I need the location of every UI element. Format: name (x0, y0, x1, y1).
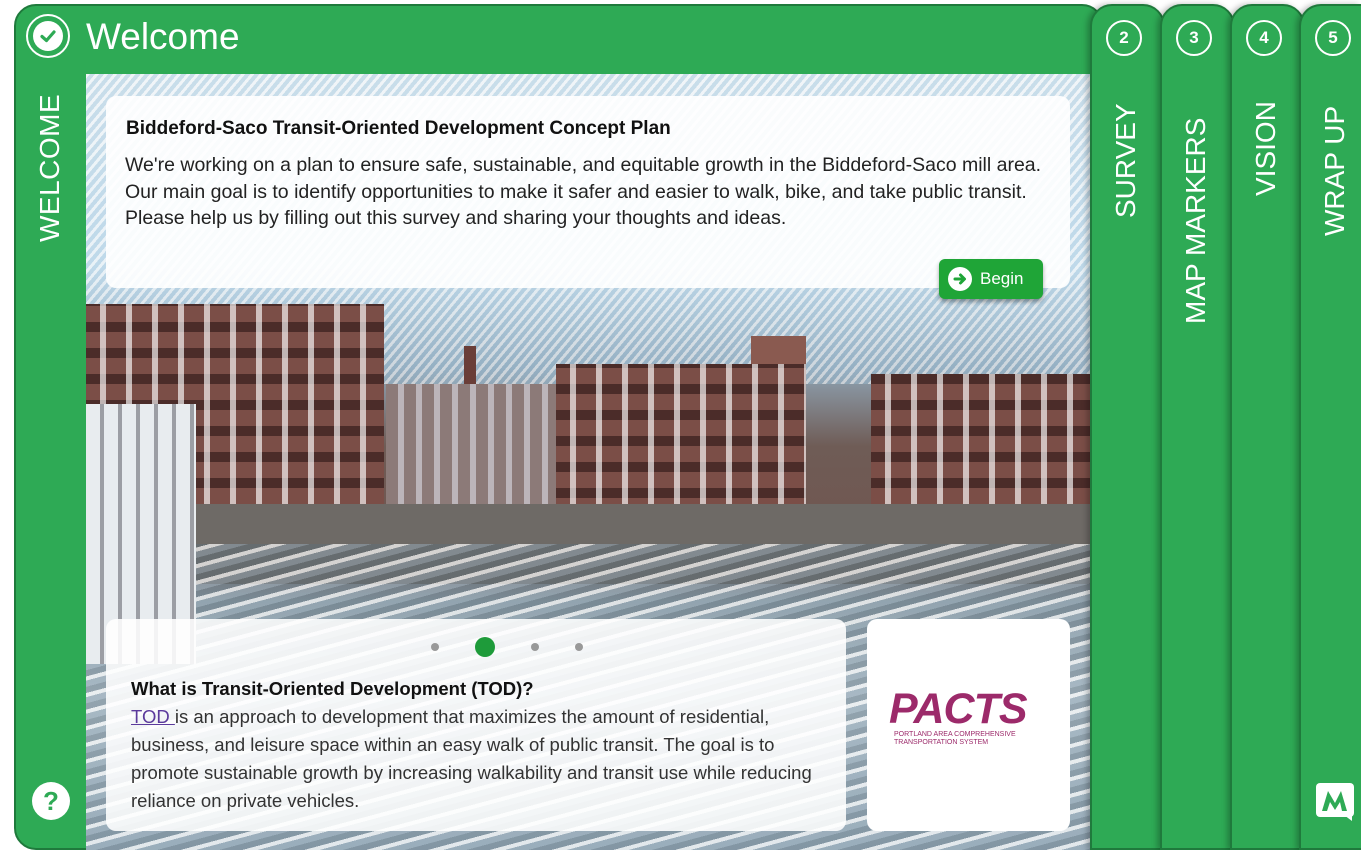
tab-map-markers[interactable]: 3 MAP MARKERS (1160, 4, 1235, 850)
tab-survey[interactable]: 2 SURVEY (1090, 4, 1165, 850)
tab-label: MAP MARKERS (1180, 117, 1211, 324)
pacts-logo-subtitle: PORTLAND AREA COMPREHENSIVE TRANSPORTATI… (894, 731, 1016, 746)
tab-number: 3 (1176, 20, 1212, 56)
carousel-dot[interactable] (575, 643, 583, 651)
pacts-logo: PACTS (889, 685, 1028, 733)
carousel-dot-active[interactable] (475, 637, 495, 657)
pacts-logo-card: PACTS PORTLAND AREA COMPREHENSIVE TRANSP… (867, 619, 1070, 831)
m-logo-icon[interactable] (1314, 781, 1358, 821)
tab-label: WRAP UP (1319, 105, 1350, 236)
tab-number: 5 (1315, 20, 1351, 56)
carousel-dot[interactable] (431, 643, 439, 651)
tod-title: What is Transit-Oriented Development (TO… (131, 678, 534, 699)
begin-label: Begin (980, 269, 1024, 288)
welcome-side-label: WELCOME (34, 93, 65, 242)
tab-label: SURVEY (1110, 103, 1141, 218)
tod-card: What is Transit-Oriented Development (TO… (106, 619, 846, 831)
tod-link[interactable]: TOD (131, 706, 175, 727)
help-button[interactable]: ? (32, 782, 70, 820)
tab-label: VISION (1250, 101, 1281, 196)
welcome-side-tab: WELCOME (30, 80, 70, 250)
begin-button[interactable]: Begin (939, 259, 1043, 299)
tod-body-text: is an approach to development that maxim… (131, 706, 812, 811)
intro-card: Biddeford-Saco Transit-Oriented Developm… (106, 96, 1070, 299)
tab-number: 4 (1246, 20, 1282, 56)
tab-vision[interactable]: 4 VISION (1230, 4, 1305, 850)
carousel-dots (413, 637, 601, 657)
arrow-right-circle-icon (948, 267, 972, 291)
intro-body: We're working on a plan to ensure safe, … (125, 154, 1042, 229)
tod-body: TOD is an approach to development that m… (131, 703, 831, 815)
page-title: Welcome (86, 16, 240, 57)
step-complete-check-icon[interactable] (26, 14, 70, 58)
check-icon (40, 30, 56, 43)
intro-title: Biddeford-Saco Transit-Oriented Developm… (126, 118, 671, 139)
tab-wrap-up[interactable]: 5 WRAP UP (1299, 4, 1361, 850)
carousel-dot[interactable] (531, 643, 539, 651)
tab-number: 2 (1106, 20, 1142, 56)
question-icon: ? (43, 785, 59, 816)
